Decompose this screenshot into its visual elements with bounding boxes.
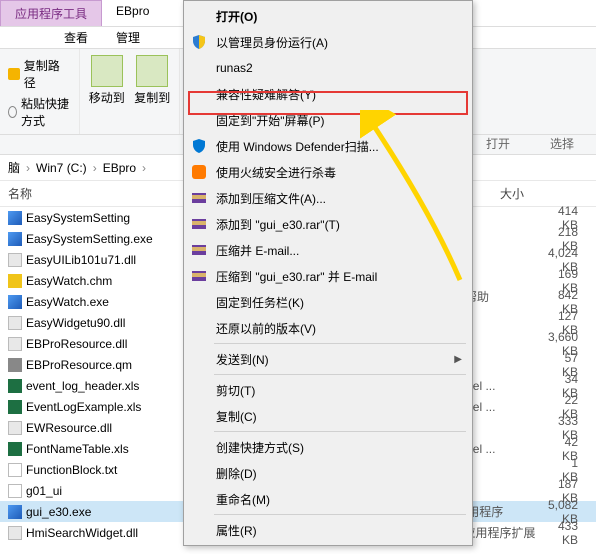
move-to-button[interactable]: 移动到 [86, 55, 128, 106]
ctx-rar-add[interactable]: 添加到压缩文件(A)... [186, 185, 470, 211]
file-name: event_log_header.xls [26, 379, 139, 393]
file-icon [8, 253, 22, 267]
ctx-create-shortcut[interactable]: 创建快捷方式(S) [186, 434, 470, 460]
context-menu: 打开(O) 以管理员身份运行(A) runas2 兼容性疑难解答(Y) 固定到"… [183, 0, 473, 546]
file-icon [8, 400, 22, 414]
folder-move-icon [91, 55, 123, 87]
paste-shortcut-button[interactable]: 粘贴快捷方式 [8, 93, 71, 131]
file-icon [8, 211, 22, 225]
chevron-right-icon: › [142, 161, 146, 175]
ctx-rename[interactable]: 重命名(M) [186, 486, 470, 512]
file-icon [8, 442, 22, 456]
folder-copy-icon [136, 55, 168, 87]
ctx-cut[interactable]: 剪切(T) [186, 377, 470, 403]
file-icon [8, 421, 22, 435]
separator [214, 343, 466, 344]
file-icon [8, 337, 22, 351]
file-name: HmiSearchWidget.dll [26, 526, 138, 540]
defender-icon [190, 137, 208, 155]
file-type: 应用程序扩展 [463, 524, 558, 541]
ctx-rar-name-email[interactable]: 压缩到 "gui_e30.rar" 并 E-mail [186, 263, 470, 289]
winrar-icon [190, 267, 208, 285]
tab-app-tools[interactable]: 应用程序工具 [0, 0, 102, 26]
chevron-right-icon: › [93, 161, 97, 175]
clip-icon [8, 106, 17, 118]
file-type: cel ... [467, 400, 562, 414]
ctx-rar-add-name[interactable]: 添加到 "gui_e30.rar"(T) [186, 211, 470, 237]
file-icon [8, 526, 22, 540]
file-type: cel ... [467, 379, 562, 393]
file-icon [8, 295, 22, 309]
ctx-properties[interactable]: 属性(R) [186, 517, 470, 543]
ctx-copy[interactable]: 复制(C) [186, 403, 470, 429]
file-name: EasySystemSetting [26, 211, 130, 225]
breadcrumb-pc[interactable]: 脑 [8, 159, 20, 176]
file-icon [8, 463, 22, 477]
file-name: FunctionBlock.txt [26, 463, 117, 477]
tab-view[interactable]: 查看 [50, 27, 102, 48]
ctx-compatibility[interactable]: 兼容性疑难解答(Y) [186, 81, 470, 107]
file-name: gui_e30.exe [26, 505, 91, 519]
file-icon [8, 232, 22, 246]
ctx-huorong-scan[interactable]: 使用火绒安全进行杀毒 [186, 159, 470, 185]
file-icon [8, 358, 22, 372]
breadcrumb-folder[interactable]: EBpro [103, 161, 136, 175]
group-select-label: 选择 [550, 135, 574, 152]
chevron-right-icon: › [26, 161, 30, 175]
separator [214, 431, 466, 432]
file-name: EBProResource.qm [26, 358, 132, 372]
pin-icon [8, 68, 20, 80]
ctx-runas2[interactable]: runas2 [186, 55, 470, 81]
file-type: cel ... [467, 442, 562, 456]
ctx-restore-previous[interactable]: 还原以前的版本(V) [186, 315, 470, 341]
file-name: FontNameTable.xls [26, 442, 129, 456]
tab-ebpro[interactable]: EBpro [102, 0, 163, 26]
breadcrumb-drive[interactable]: Win7 (C:) [36, 161, 87, 175]
file-name: EWResource.dll [26, 421, 112, 435]
file-icon [8, 379, 22, 393]
ctx-open[interactable]: 打开(O) [186, 3, 470, 29]
tab-manage[interactable]: 管理 [102, 27, 154, 48]
winrar-icon [190, 241, 208, 259]
file-icon [8, 274, 22, 288]
file-icon [8, 316, 22, 330]
file-name: EasyUILib101u71.dll [26, 253, 136, 267]
copy-path-button[interactable]: 复制路径 [8, 55, 71, 93]
ctx-pin-taskbar[interactable]: 固定到任务栏(K) [186, 289, 470, 315]
ctx-send-to[interactable]: 发送到(N)▶ [186, 346, 470, 372]
file-name: EasyWidgetu90.dll [26, 316, 125, 330]
chevron-right-icon: ▶ [454, 354, 462, 365]
group-open-label: 打开 [486, 135, 510, 152]
file-name: EventLogExample.xls [26, 400, 141, 414]
ctx-pin-start[interactable]: 固定到"开始"屏幕(P) [186, 107, 470, 133]
file-name: EasyWatch.exe [26, 295, 109, 309]
file-name: g01_ui [26, 484, 62, 498]
separator [214, 374, 466, 375]
file-name: EasySystemSetting.exe [26, 232, 153, 246]
file-name: EasyWatch.chm [26, 274, 112, 288]
file-icon [8, 505, 22, 519]
winrar-icon [190, 189, 208, 207]
ctx-rar-email[interactable]: 压缩并 E-mail... [186, 237, 470, 263]
ctx-delete[interactable]: 删除(D) [186, 460, 470, 486]
winrar-icon [190, 215, 208, 233]
shield-icon [190, 33, 208, 51]
huorong-icon [190, 163, 208, 181]
copy-to-button[interactable]: 复制到 [132, 55, 174, 106]
separator [214, 514, 466, 515]
ctx-run-as-admin[interactable]: 以管理员身份运行(A) [186, 29, 470, 55]
file-icon [8, 484, 22, 498]
file-name: EBProResource.dll [26, 337, 127, 351]
ctx-defender-scan[interactable]: 使用 Windows Defender扫描... [186, 133, 470, 159]
file-size: 433 KB [558, 519, 596, 547]
